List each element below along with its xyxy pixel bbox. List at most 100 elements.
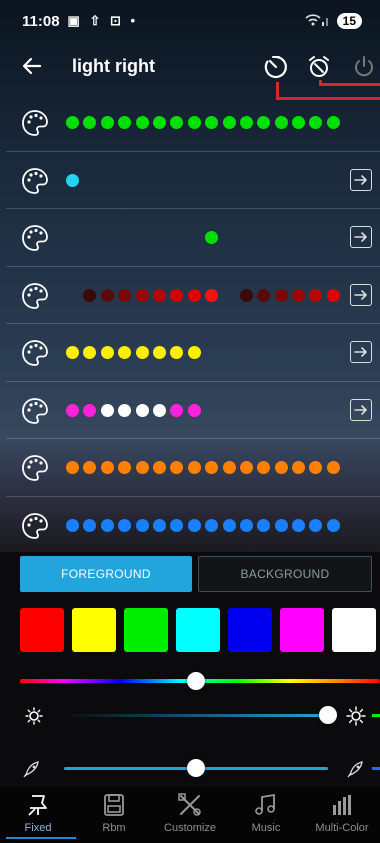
speed-slider-thumb[interactable] bbox=[187, 759, 205, 777]
speed-indicator bbox=[372, 767, 380, 770]
color-dot bbox=[239, 116, 253, 129]
brightness-high-icon bbox=[346, 706, 366, 726]
open-arrow-icon[interactable] bbox=[350, 398, 372, 421]
color-dots bbox=[66, 116, 344, 130]
palette-icon[interactable] bbox=[20, 338, 50, 368]
color-dot bbox=[257, 461, 271, 474]
color-dot bbox=[205, 116, 219, 129]
color-swatch[interactable] bbox=[72, 608, 116, 652]
nav-item-music[interactable]: Music bbox=[228, 787, 304, 843]
nav-label: Rbm bbox=[102, 822, 126, 834]
preset-row[interactable] bbox=[6, 209, 380, 267]
color-controls: FOREGROUND BACKGROUND bbox=[0, 552, 380, 787]
palette-icon[interactable] bbox=[20, 453, 50, 483]
color-dots bbox=[66, 461, 344, 475]
preset-row[interactable] bbox=[6, 94, 380, 152]
color-dot bbox=[170, 461, 184, 474]
color-dot bbox=[100, 403, 114, 417]
color-dot bbox=[170, 518, 184, 532]
open-arrow-icon[interactable] bbox=[350, 283, 372, 306]
hue-slider[interactable] bbox=[20, 672, 380, 690]
alarm-off-icon[interactable] bbox=[305, 53, 333, 81]
open-arrow-icon[interactable] bbox=[350, 341, 372, 363]
nav-item-multi-color[interactable]: Multi-Color bbox=[304, 787, 380, 843]
brightness-slider-row bbox=[0, 704, 380, 728]
dot-spacer bbox=[66, 289, 79, 302]
speed-slider[interactable] bbox=[64, 759, 328, 777]
bottom-nav: Fixed Rbm Customize Music Multi-Color bbox=[0, 787, 380, 843]
nav-item-customize[interactable]: Customize bbox=[152, 787, 228, 843]
color-dot bbox=[83, 518, 97, 532]
color-dot bbox=[83, 346, 97, 359]
color-dot bbox=[326, 288, 340, 302]
color-dot bbox=[309, 461, 323, 474]
open-arrow-icon[interactable] bbox=[350, 168, 372, 191]
color-dot bbox=[170, 346, 184, 359]
preset-row[interactable] bbox=[6, 497, 380, 554]
status-right: 15 bbox=[305, 13, 362, 30]
color-dot bbox=[274, 288, 288, 302]
color-dot bbox=[118, 116, 132, 129]
tab-background[interactable]: BACKGROUND bbox=[198, 556, 372, 592]
preset-row[interactable] bbox=[6, 267, 380, 324]
brightness-slider-thumb[interactable] bbox=[319, 706, 337, 724]
color-dot bbox=[100, 346, 114, 359]
color-dots bbox=[66, 518, 344, 533]
color-swatch[interactable] bbox=[20, 608, 64, 652]
timer-icon[interactable] bbox=[262, 53, 290, 81]
color-dot bbox=[222, 518, 236, 532]
nav-label: Customize bbox=[164, 822, 216, 834]
preset-row[interactable] bbox=[6, 152, 380, 209]
palette-icon[interactable] bbox=[20, 108, 50, 138]
speed-fast-icon bbox=[347, 761, 363, 778]
nav-label: Fixed bbox=[24, 822, 52, 834]
color-dot bbox=[239, 461, 253, 474]
color-dots bbox=[66, 288, 344, 303]
color-dot bbox=[309, 518, 323, 532]
color-dots bbox=[66, 173, 83, 188]
color-swatch[interactable] bbox=[124, 608, 168, 652]
power-icon[interactable] bbox=[350, 53, 378, 81]
color-dot bbox=[118, 346, 132, 359]
palette-icon[interactable] bbox=[20, 511, 50, 541]
preset-row[interactable] bbox=[6, 324, 380, 382]
bars-icon bbox=[328, 791, 356, 819]
tools-icon bbox=[176, 791, 204, 819]
color-swatch[interactable] bbox=[176, 608, 220, 652]
tab-foreground[interactable]: FOREGROUND bbox=[20, 556, 192, 592]
color-swatch[interactable] bbox=[332, 608, 376, 652]
palette-icon[interactable] bbox=[20, 396, 50, 426]
status-bar: 11:08 ▣ ⇧ ⊡ • 15 bbox=[0, 0, 380, 42]
palette-icon[interactable] bbox=[20, 223, 50, 253]
color-swatch[interactable] bbox=[228, 608, 272, 652]
color-swatches bbox=[20, 608, 380, 652]
color-dot bbox=[100, 518, 114, 532]
dot-spacer bbox=[136, 231, 149, 244]
color-dot bbox=[239, 518, 253, 532]
brightness-slider[interactable] bbox=[64, 706, 337, 724]
speed-slow-icon bbox=[23, 761, 39, 778]
palette-icon[interactable] bbox=[20, 166, 50, 196]
preset-row[interactable] bbox=[6, 382, 380, 439]
open-arrow-icon[interactable] bbox=[350, 226, 372, 248]
color-dot bbox=[239, 288, 253, 302]
palette-icon[interactable] bbox=[20, 281, 50, 311]
color-dot bbox=[66, 461, 79, 474]
color-dot bbox=[152, 346, 166, 359]
hue-slider-thumb[interactable] bbox=[187, 672, 205, 690]
color-dot bbox=[100, 461, 114, 474]
color-dot bbox=[170, 288, 184, 302]
nav-item-fixed[interactable]: Fixed bbox=[0, 787, 76, 843]
color-swatch[interactable] bbox=[280, 608, 324, 652]
color-dot bbox=[83, 116, 97, 129]
dot-spacer bbox=[118, 231, 131, 244]
back-arrow-icon[interactable] bbox=[20, 54, 46, 80]
color-dot bbox=[135, 346, 149, 359]
color-dot bbox=[135, 116, 149, 129]
color-dot bbox=[152, 288, 166, 302]
speed-slider-row bbox=[0, 757, 380, 781]
nav-item-rbm[interactable]: Rbm bbox=[76, 787, 152, 843]
preset-row[interactable] bbox=[6, 439, 380, 497]
color-dot bbox=[66, 518, 79, 532]
dot-spacer bbox=[101, 231, 114, 244]
